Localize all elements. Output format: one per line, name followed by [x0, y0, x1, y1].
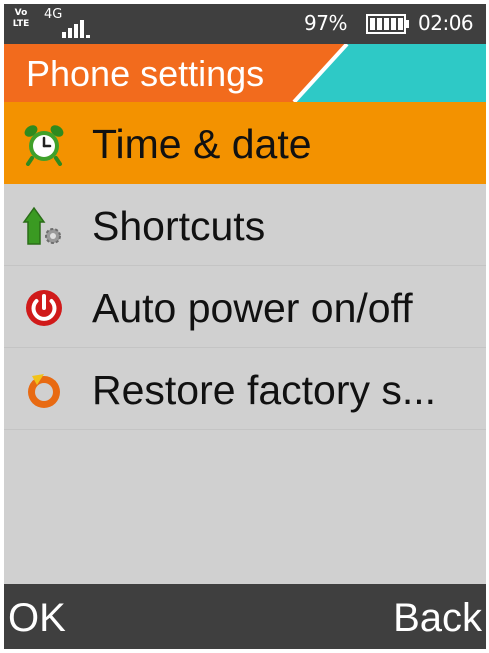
- ok-softkey[interactable]: OK: [8, 594, 66, 642]
- menu-item-label: Time & date: [92, 121, 312, 167]
- page-title: Phone settings: [26, 53, 265, 94]
- power-icon: [22, 286, 66, 330]
- battery-percent: 97%: [304, 11, 347, 35]
- alarm-clock-icon: [22, 122, 66, 166]
- menu-item-label: Auto power on/off: [92, 285, 413, 331]
- volte-indicator: Vo LTE: [12, 8, 30, 29]
- page-header: Phone settings: [4, 44, 486, 102]
- softkey-bar: OK Back: [4, 584, 486, 649]
- phone-screen: Vo LTE 4G 97% 02:06 Phone settings Time …: [4, 4, 486, 649]
- menu-item-label: Shortcuts: [92, 203, 266, 249]
- battery-full-icon: [366, 14, 410, 34]
- menu-item-shortcuts[interactable]: Shortcuts: [4, 184, 486, 266]
- signal-bars-icon: [48, 18, 92, 38]
- menu-item-label: Restore factory s...: [92, 367, 437, 413]
- shortcut-arrow-gear-icon: [22, 204, 66, 248]
- menu-item-restore-factory[interactable]: Restore factory s...: [4, 348, 486, 430]
- settings-menu: Time & date Shortcuts Auto power on/off …: [4, 102, 486, 430]
- clock: 02:06: [418, 11, 474, 35]
- back-softkey[interactable]: Back: [393, 594, 482, 642]
- restore-icon: [22, 368, 66, 412]
- menu-item-time-date[interactable]: Time & date: [4, 102, 486, 184]
- menu-item-auto-power[interactable]: Auto power on/off: [4, 266, 486, 348]
- status-bar: Vo LTE 4G 97% 02:06: [4, 4, 486, 44]
